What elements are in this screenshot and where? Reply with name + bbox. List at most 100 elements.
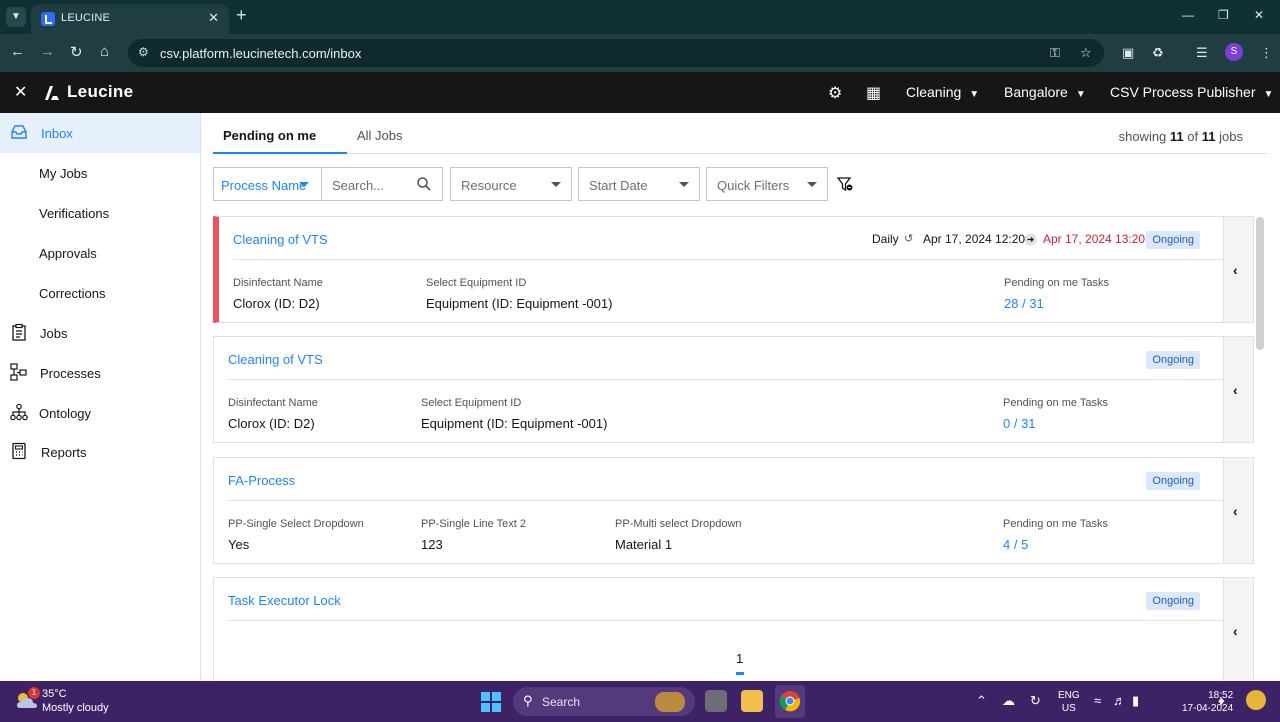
tab-all-jobs[interactable]: All Jobs xyxy=(357,128,403,143)
window-close-icon[interactable]: ✕ xyxy=(1254,8,1264,22)
quick-filters-dropdown[interactable]: Quick Filters xyxy=(706,167,828,201)
omnibox[interactable]: ⚙ csv.platform.leucinetech.com/inbox ⚿ ☆ xyxy=(128,39,1104,67)
pending-tasks-label: Pending on me Tasks xyxy=(1003,397,1108,409)
search-icon[interactable] xyxy=(416,176,432,192)
sidebar-item-approvals[interactable]: Approvals xyxy=(0,233,200,273)
tab-search-chevron-icon[interactable]: ▼ xyxy=(6,7,26,27)
search-highlight-icon xyxy=(655,692,685,712)
resource-dropdown[interactable]: Resource xyxy=(450,167,572,201)
pending-tasks-value[interactable]: 28 / 31 xyxy=(1004,296,1044,311)
onedrive-cloud-icon[interactable]: ☁ xyxy=(1002,693,1015,709)
job-card[interactable]: Task Executor Lock Ongoing ‹ xyxy=(213,577,1254,681)
expand-card-button[interactable]: ‹ xyxy=(1223,578,1253,681)
language-indicator[interactable]: ENG US xyxy=(1058,689,1080,715)
job-card[interactable]: FA-Process Ongoing PP-Single Select Drop… xyxy=(213,457,1254,564)
camera-icon[interactable]: ▣ xyxy=(1122,45,1134,61)
caret-down-icon xyxy=(679,182,689,187)
taskbar-search[interactable]: ⚲ Search xyxy=(513,687,695,716)
sidebar-item-verifications[interactable]: Verifications xyxy=(0,193,200,233)
pending-tasks-value[interactable]: 0 / 31 xyxy=(1003,416,1036,431)
new-tab-icon[interactable]: + xyxy=(236,5,247,26)
leucine-logo-icon xyxy=(45,86,59,100)
windows-logo-pane xyxy=(492,703,501,712)
inbox-main: Pending on me All Jobs showing 11 of 11 … xyxy=(201,113,1280,681)
caret-down-icon xyxy=(299,182,309,187)
language-region: US xyxy=(1061,703,1076,714)
role-dropdown[interactable]: CSV Process Publisher ▼ xyxy=(1110,84,1273,100)
site-info-icon[interactable]: ⚙ xyxy=(138,45,149,59)
job-title[interactable]: Cleaning of VTS xyxy=(228,352,323,367)
job-card-body: FA-Process Ongoing PP-Single Select Drop… xyxy=(214,458,1223,563)
tab-close-icon[interactable]: ✕ xyxy=(208,10,219,26)
showing-of: of xyxy=(1187,129,1199,144)
sidebar-item-inbox[interactable]: Inbox xyxy=(0,113,200,153)
minimize-icon[interactable]: — xyxy=(1182,8,1194,22)
sidebar-item-reports[interactable]: Reports xyxy=(0,432,200,472)
start-date-dropdown[interactable]: Start Date xyxy=(578,167,700,201)
restore-icon[interactable]: ❐ xyxy=(1218,8,1229,22)
sidebar-item-jobs[interactable]: Jobs xyxy=(0,313,200,353)
inbox-tabs: Pending on me All Jobs showing 11 of 11 … xyxy=(213,113,1267,154)
quick-filters-label: Quick Filters xyxy=(717,178,790,193)
chevron-left-icon: ‹ xyxy=(1233,623,1238,640)
sidebar-item-processes[interactable]: Processes xyxy=(0,353,200,393)
settings-gear-icon[interactable]: ⚙ xyxy=(828,83,842,103)
notification-bell-icon[interactable]: ♦ xyxy=(1218,693,1225,708)
wifi-icon[interactable]: ≈ xyxy=(1094,693,1101,708)
browser-tab[interactable]: LEUCINE ✕ xyxy=(31,4,229,34)
pagination-current-page[interactable]: 1 xyxy=(736,651,743,666)
job-card[interactable]: Cleaning of VTS Ongoing Disinfectant Nam… xyxy=(213,336,1254,443)
more-menu-icon[interactable]: ⋮ xyxy=(1260,45,1273,61)
volume-icon[interactable]: ♬ xyxy=(1113,693,1126,708)
facility-dropdown[interactable]: Bangalore ▼ xyxy=(1004,84,1086,100)
sync-icon[interactable]: ↻ xyxy=(1030,693,1041,709)
pending-tasks-value[interactable]: 4 / 5 xyxy=(1003,537,1028,552)
showing-count: showing 11 of 11 jobs xyxy=(1119,129,1243,144)
home-icon[interactable]: ⌂ xyxy=(100,43,109,60)
windows-start-icon[interactable] xyxy=(481,692,501,712)
job-card-body: Cleaning of VTS Ongoing Disinfectant Nam… xyxy=(214,337,1223,442)
close-app-icon[interactable]: ✕ xyxy=(14,82,27,102)
job-title[interactable]: Task Executor Lock xyxy=(228,593,341,608)
advanced-filter-icon[interactable] xyxy=(837,176,853,192)
forward-icon[interactable]: → xyxy=(40,43,55,60)
chrome-icon[interactable] xyxy=(779,690,801,712)
profile-avatar[interactable]: S xyxy=(1225,43,1243,61)
copilot-icon[interactable] xyxy=(1246,690,1266,710)
expand-card-button[interactable]: ‹ xyxy=(1223,337,1253,442)
brand-name: Leucine xyxy=(67,82,134,101)
back-icon[interactable]: ← xyxy=(10,43,25,60)
system-clock[interactable]: 18:52 17-04-2024 xyxy=(1182,689,1233,715)
tab-pending-on-me[interactable]: Pending on me xyxy=(223,128,316,143)
sidebar-item-corrections[interactable]: Corrections xyxy=(0,273,200,313)
field-value: Equipment (ID: Equipment -001) xyxy=(426,296,613,311)
expand-card-button[interactable]: ‹ xyxy=(1223,458,1253,563)
battery-icon[interactable]: ▮ xyxy=(1132,693,1139,709)
scan-icon[interactable]: ▦ xyxy=(866,83,881,103)
file-explorer-icon[interactable] xyxy=(741,690,763,712)
sidebar-item-label: Ontology xyxy=(39,406,92,421)
sidebar-item-my-jobs[interactable]: My Jobs xyxy=(0,153,200,193)
password-key-icon[interactable]: ⚿ xyxy=(1050,45,1060,61)
bookmark-star-icon[interactable]: ☆ xyxy=(1080,45,1092,61)
job-card[interactable]: Cleaning of VTS Daily ↺ Apr 17, 2024 12:… xyxy=(213,216,1254,323)
arrow-right-circle-icon xyxy=(1024,233,1037,246)
tray-chevron-up-icon[interactable]: ⌃ xyxy=(976,693,987,709)
content-scrollbar[interactable] xyxy=(1256,217,1264,350)
field-label: PP-Single Line Text 2 xyxy=(421,518,526,530)
expand-card-button[interactable]: ‹ xyxy=(1223,217,1253,322)
sidebar-item-ontology[interactable]: Ontology xyxy=(0,393,200,433)
extensions-icon[interactable]: ♻ xyxy=(1152,45,1164,61)
job-title[interactable]: Cleaning of VTS xyxy=(233,232,328,247)
search-input[interactable]: Search... xyxy=(321,167,443,201)
active-tab-indicator xyxy=(213,152,347,154)
job-title[interactable]: FA-Process xyxy=(228,473,295,488)
media-icon[interactable]: ☰ xyxy=(1196,45,1208,61)
reload-icon[interactable]: ↻ xyxy=(70,43,83,61)
url-text[interactable]: csv.platform.leucinetech.com/inbox xyxy=(160,46,361,61)
search-icon: ⚲ xyxy=(523,693,533,708)
task-view-icon[interactable] xyxy=(705,690,727,712)
use-case-dropdown[interactable]: Cleaning ▼ xyxy=(906,84,979,100)
status-badge: Ongoing xyxy=(1146,472,1200,490)
process-name-dropdown[interactable]: Process Name xyxy=(213,167,322,201)
